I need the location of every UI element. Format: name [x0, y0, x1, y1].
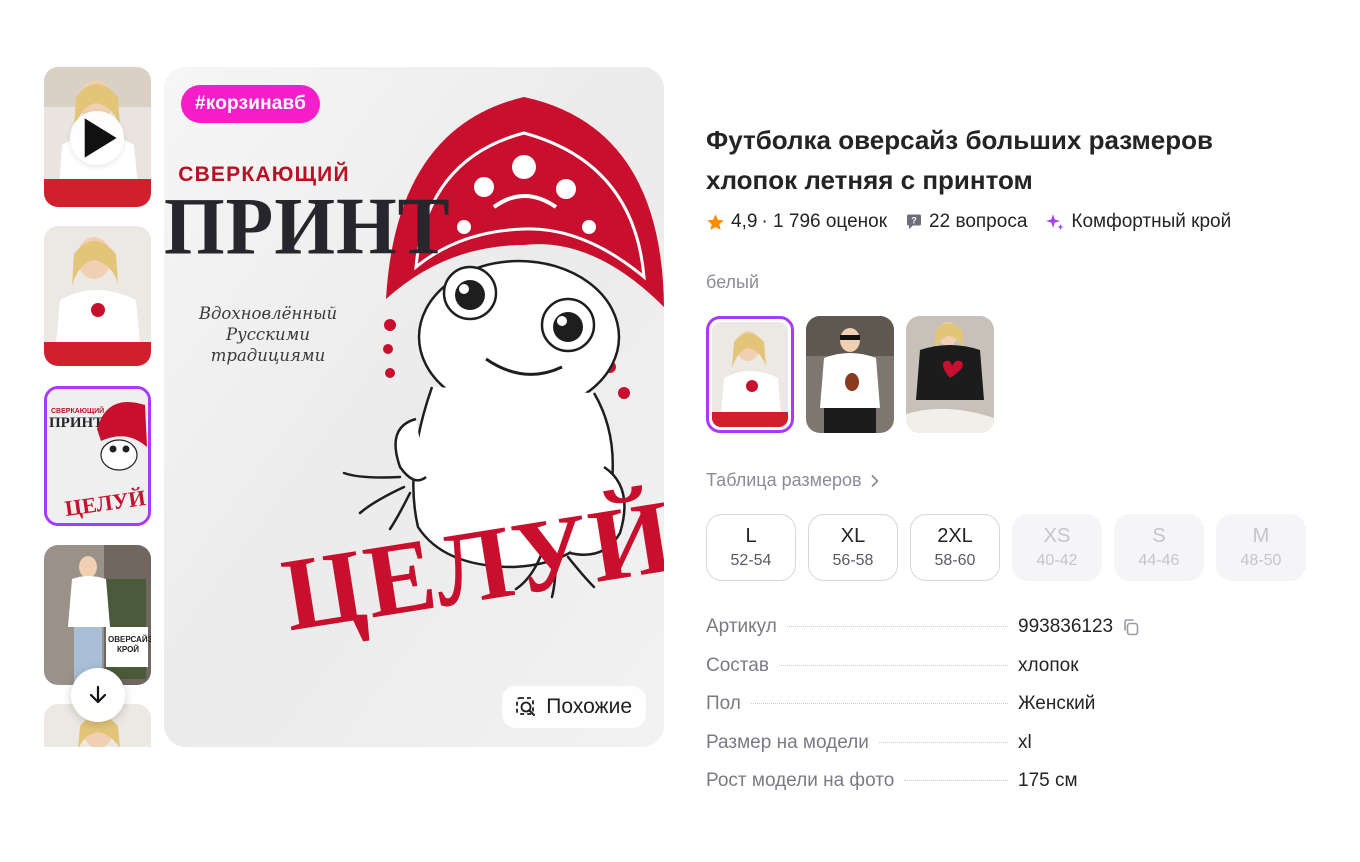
param-dots [778, 664, 1008, 666]
size-name: 2XL [937, 524, 973, 547]
size-option-xs: XS 40-42 [1012, 514, 1102, 581]
selected-color-label: белый [706, 272, 760, 292]
param-row-model-size: Размер на модели xl [706, 732, 1166, 771]
thumbnail-photo[interactable]: ОВЕРСАЙЗ КРОЙ [44, 545, 151, 685]
size-table-label: Таблица размеров [706, 470, 862, 490]
thumbnail-strip: СВЕРКАЮЩИЙ ПРИНТ ЦЕЛУЙ ОВЕРСАЙЗ КРОЙ [44, 67, 151, 747]
color-option-image [806, 316, 894, 433]
svg-text:СВЕРКАЮЩИЙ: СВЕРКАЮЩИЙ [51, 406, 104, 415]
size-option-xl[interactable]: XL 56-58 [808, 514, 898, 581]
copy-icon[interactable] [1121, 617, 1141, 637]
arrow-down-icon [89, 685, 107, 704]
param-row-gender: Пол Женский [706, 693, 1166, 732]
size-range: 40-42 [1036, 551, 1078, 569]
hashtag-badge[interactable]: #корзинавб [181, 85, 321, 123]
size-name: L [745, 524, 757, 547]
feature-badge[interactable]: Комфортный крой [1045, 211, 1231, 233]
param-value: 175 см [1018, 770, 1078, 791]
param-value: xl [1018, 731, 1032, 753]
param-row-article: Артикул 993836123 [706, 616, 1166, 655]
size-option-s: S 44-46 [1114, 514, 1204, 581]
rating[interactable]: 4,9 · 1 796 оценок [706, 211, 887, 233]
play-icon [84, 118, 117, 158]
product-params: Артикул 993836123 Состав хлопок Пол Женс… [706, 616, 1166, 809]
size-options: L 52-54 XL 56-58 2XL 58-60 XS 40-42 S 44… [706, 514, 1306, 581]
svg-text:?: ? [911, 216, 917, 226]
size-range: 48-50 [1240, 551, 1282, 569]
thumbnail-video[interactable] [44, 67, 151, 207]
param-row-composition: Состав хлопок [706, 655, 1166, 694]
size-option-l[interactable]: L 52-54 [706, 514, 796, 581]
param-name: Состав [706, 654, 769, 676]
thumbnail-photo[interactable] [44, 226, 151, 366]
color-option-white[interactable] [706, 316, 794, 433]
product-meta: 4,9 · 1 796 оценок ? 22 вопроса Комфортн… [706, 208, 1249, 236]
param-name: Размер на модели [706, 731, 869, 753]
color-option-image [906, 316, 994, 433]
size-range: 56-58 [832, 551, 874, 569]
param-value: хлопок [1018, 654, 1079, 676]
param-name: Рост модели на фото [706, 770, 895, 791]
thumbnail-image [44, 545, 151, 685]
thumbnail-caption: ОВЕРСАЙЗ КРОЙ [108, 635, 151, 654]
similar-label: Похожие [546, 695, 632, 718]
search-similar-icon [516, 697, 536, 716]
play-button[interactable] [70, 111, 124, 165]
size-name: S [1152, 524, 1166, 547]
color-options [706, 316, 994, 433]
feature-label: Комфортный крой [1071, 211, 1232, 232]
star-icon [707, 213, 724, 230]
color-option-white-print[interactable] [806, 316, 894, 433]
similar-button[interactable]: Похожие [502, 686, 646, 728]
thumbnail-image [44, 226, 151, 366]
rating-value: 4,9 [731, 211, 758, 232]
chevron-right-icon [871, 474, 879, 487]
sparkle-icon [1046, 214, 1064, 230]
main-product-image[interactable]: #корзинавб СВЕРКАЮЩИЙ ПРИНТ Вдохновлённы… [164, 67, 664, 747]
param-dots [750, 703, 1008, 704]
param-name: Пол [706, 693, 741, 714]
thumbnail-image: СВЕРКАЮЩИЙ ПРИНТ ЦЕЛУЙ [47, 389, 148, 523]
size-name: XS [1043, 524, 1071, 547]
size-option-2xl[interactable]: 2XL 58-60 [910, 514, 1000, 581]
print-caption-sub: Вдохновлённый Русскими традициями [198, 304, 338, 365]
product-title: Футболка оверсайз больших размеров хлопо… [706, 125, 1213, 195]
reviews-count: · 1 796 оценок [761, 211, 888, 232]
color-option-black[interactable] [906, 316, 994, 433]
questions-link[interactable]: ? 22 вопроса [905, 211, 1027, 233]
questions-count: 22 вопроса [929, 211, 1028, 232]
size-range: 58-60 [934, 551, 976, 569]
print-caption-big: ПРИНТ [164, 179, 451, 272]
size-name: M [1252, 524, 1270, 547]
param-dots [786, 626, 1008, 627]
question-bubble-icon: ? [907, 214, 922, 229]
article-number: 993836123 [1018, 616, 1114, 637]
param-dots [904, 780, 1008, 781]
thumbnails-scroll-down-button[interactable] [71, 668, 125, 722]
param-value: 993836123 [1018, 616, 1166, 638]
size-name: XL [840, 524, 866, 547]
svg-text:ПРИНТ: ПРИНТ [49, 415, 103, 431]
param-value: Женский [1018, 693, 1096, 714]
size-range: 52-54 [730, 551, 772, 569]
param-name: Артикул [706, 616, 777, 637]
size-option-m: M 48-50 [1216, 514, 1306, 581]
size-range: 44-46 [1138, 551, 1180, 569]
color-option-image [712, 322, 788, 427]
thumbnail-print[interactable]: СВЕРКАЮЩИЙ ПРИНТ ЦЕЛУЙ [44, 386, 151, 526]
size-table-link[interactable]: Таблица размеров [706, 470, 880, 491]
param-row-model-height: Рост модели на фото 175 см [706, 770, 1166, 809]
param-dots [878, 741, 1008, 743]
